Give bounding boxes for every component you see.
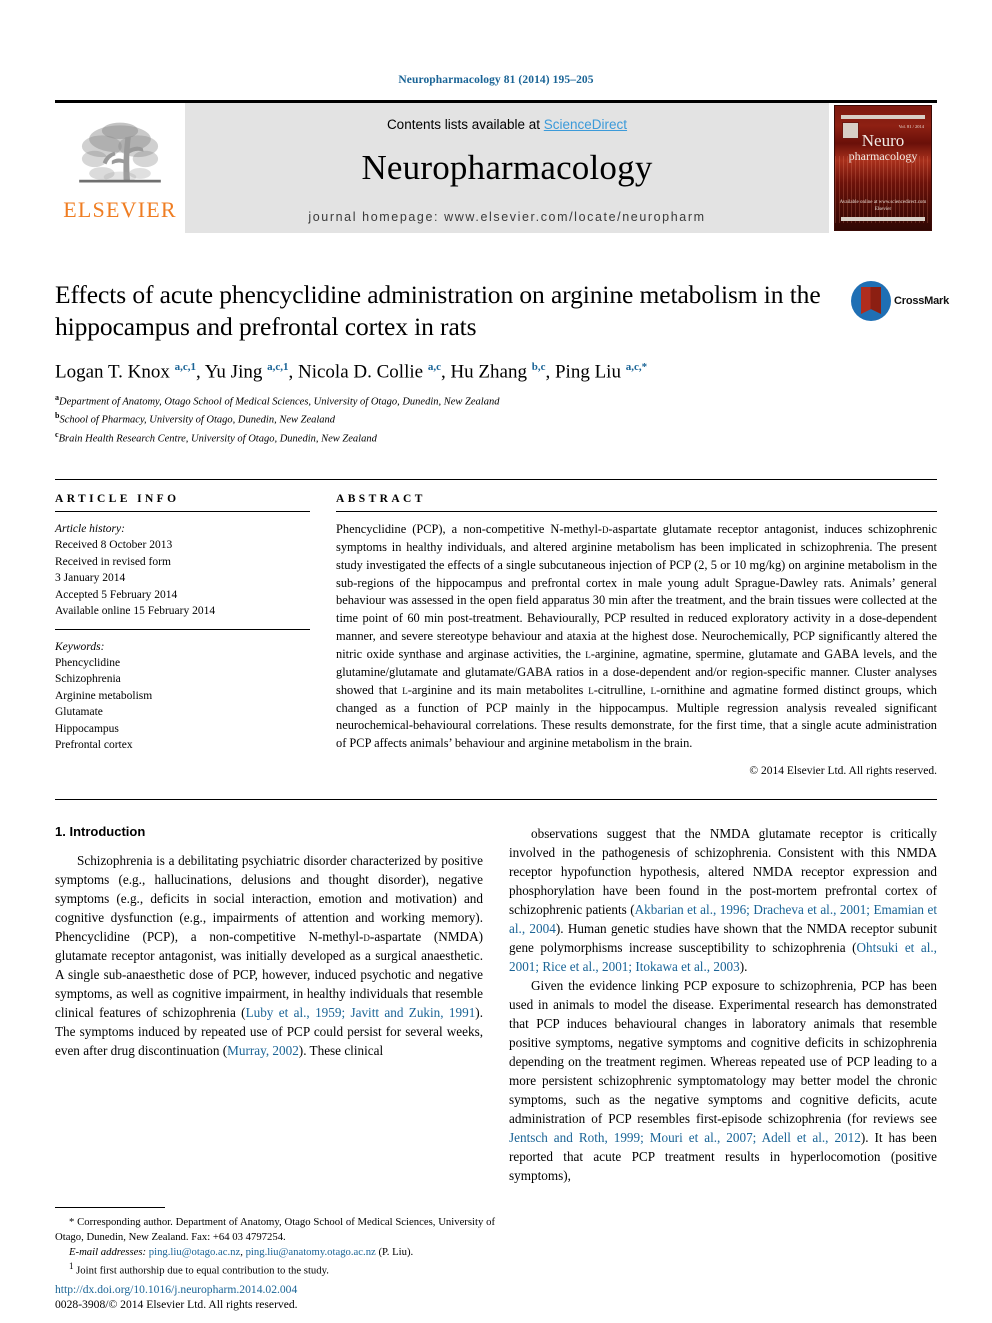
abstract-copyright: © 2014 Elsevier Ltd. All rights reserved… bbox=[749, 765, 937, 778]
history-item: 3 January 2014 bbox=[55, 572, 126, 585]
elsevier-tree-icon bbox=[79, 122, 161, 183]
keyword-item: Hippocampus bbox=[55, 722, 119, 735]
intro-paragraph: Schizophrenia is a debilitating psychiat… bbox=[55, 853, 483, 1059]
affiliation-text: Brain Health Research Centre, University… bbox=[58, 433, 377, 445]
introduction-heading: 1. Introduction bbox=[55, 824, 146, 840]
abstract-text: Phencyclidine (PCP), a non-competitive N… bbox=[336, 521, 937, 751]
footnote-block: * Corresponding author. Department of An… bbox=[55, 1206, 495, 1279]
joint-authorship-note: 1 Joint first authorship due to equal co… bbox=[69, 1261, 329, 1277]
info-abstract-section: ARTICLE INFO Article history: Received 8… bbox=[55, 478, 937, 777]
keyword-item: Arginine metabolism bbox=[55, 689, 153, 702]
cover-title-line1: Neuro bbox=[861, 131, 905, 150]
cover-publisher-footer: Available online at www.sciencedirect.co… bbox=[839, 200, 927, 212]
keyword-item: Phencyclidine bbox=[55, 657, 121, 670]
article-info-heading: ARTICLE INFO bbox=[55, 492, 180, 505]
keyword-item: Prefrontal cortex bbox=[55, 739, 133, 752]
keyword-item: Schizophrenia bbox=[55, 673, 121, 686]
page-title: Effects of acute phencyclidine administr… bbox=[55, 280, 821, 342]
keyword-item: Glutamate bbox=[55, 706, 103, 719]
body-column-right: observations suggest that the NMDA gluta… bbox=[509, 824, 937, 1185]
article-info-rule bbox=[55, 510, 310, 512]
sciencedirect-link[interactable]: ScienceDirect bbox=[544, 117, 627, 132]
cover-issue-label: Vol. 81 / 2014 bbox=[898, 124, 924, 129]
article-history-group: Article history: Received 8 October 2013… bbox=[55, 521, 310, 620]
contents-available-line: Contents lists available at ScienceDirec… bbox=[387, 117, 627, 132]
journal-cover-thumbnail: Vol. 81 / 2014 Neuro pharmacology Availa… bbox=[829, 103, 937, 233]
intro-paragraph: Given the evidence linking PCP exposure … bbox=[509, 978, 938, 1184]
title-text-wrap: Effects of acute phencyclidine administr… bbox=[55, 279, 851, 344]
crossmark-label: CrossMark bbox=[894, 295, 950, 307]
crossmark-book-icon bbox=[851, 281, 891, 321]
cover-title-line2: pharmacology bbox=[848, 148, 918, 163]
footnote-rule bbox=[55, 1206, 165, 1208]
keywords-group: Keywords: Phencyclidine Schizophrenia Ar… bbox=[55, 639, 310, 754]
journal-name: Neuropharmacology bbox=[361, 147, 653, 187]
journal-masthead: ELSEVIER Contents lists available at Sci… bbox=[55, 100, 937, 233]
article-history-label: Article history: bbox=[55, 522, 125, 535]
keywords-divider bbox=[55, 628, 310, 630]
article-info-column: ARTICLE INFO Article history: Received 8… bbox=[55, 493, 310, 777]
affiliation-text: School of Pharmacy, University of Otago,… bbox=[59, 414, 336, 426]
journal-homepage[interactable]: journal homepage: www.elsevier.com/locat… bbox=[308, 210, 705, 224]
corresponding-author-note: * Corresponding author. Department of An… bbox=[55, 1215, 495, 1243]
affiliation-item: aDepartment of Anatomy, Otago School of … bbox=[55, 392, 937, 410]
affiliation-text: Department of Anatomy, Otago School of M… bbox=[59, 396, 500, 408]
history-item: Received 8 October 2013 bbox=[55, 539, 173, 552]
history-item: Accepted 5 February 2014 bbox=[55, 588, 178, 601]
affiliation-item: bSchool of Pharmacy, University of Otago… bbox=[55, 410, 937, 428]
affiliation-item: cBrain Health Research Centre, Universit… bbox=[55, 429, 937, 447]
crossmark-badge[interactable]: CrossMark bbox=[851, 281, 949, 321]
abstract-column: ABSTRACT Phencyclidine (PCP), a non-comp… bbox=[336, 493, 937, 777]
cover-top-bar bbox=[841, 115, 925, 119]
abstract-heading: ABSTRACT bbox=[336, 492, 426, 505]
abstract-rule bbox=[336, 510, 937, 512]
doi-link[interactable]: http://dx.doi.org/10.1016/j.neuropharm.2… bbox=[55, 1283, 297, 1296]
affiliation-list: aDepartment of Anatomy, Otago School of … bbox=[55, 392, 937, 447]
running-head: Neuropharmacology 81 (2014) 195–205 bbox=[398, 74, 594, 86]
title-block: Effects of acute phencyclidine administr… bbox=[55, 279, 949, 344]
journal-article-page: Neuropharmacology 81 (2014) 195–205 ELSE… bbox=[0, 0, 992, 1323]
elsevier-logo: ELSEVIER bbox=[55, 103, 185, 233]
journal-band: Contents lists available at ScienceDirec… bbox=[185, 103, 829, 233]
email-addresses-note: E-mail addresses: ping.liu@otago.ac.nz, … bbox=[69, 1246, 414, 1259]
elsevier-wordmark: ELSEVIER bbox=[63, 197, 177, 222]
cover-image: Vol. 81 / 2014 Neuro pharmacology Availa… bbox=[834, 105, 932, 231]
cover-title: Neuro pharmacology bbox=[835, 132, 931, 162]
cover-bottom-bar bbox=[841, 217, 925, 221]
body-separator bbox=[55, 799, 937, 801]
history-item: Received in revised form bbox=[55, 555, 171, 568]
body-column-left: 1. Introduction Schizophrenia is a debil… bbox=[55, 824, 483, 1185]
contents-prefix: Contents lists available at bbox=[386, 116, 544, 132]
history-item: Available online 15 February 2014 bbox=[55, 605, 216, 618]
doi-block: http://dx.doi.org/10.1016/j.neuropharm.2… bbox=[55, 1282, 495, 1313]
author-list: Logan T. Knox a,c,1, Yu Jing a,c,1, Nico… bbox=[55, 360, 648, 383]
body-columns: 1. Introduction Schizophrenia is a debil… bbox=[55, 824, 937, 1185]
keywords-label: Keywords: bbox=[55, 640, 105, 653]
intro-paragraph: observations suggest that the NMDA gluta… bbox=[509, 826, 937, 975]
issn-copyright-line: 0028-3908/© 2014 Elsevier Ltd. All right… bbox=[55, 1298, 298, 1312]
